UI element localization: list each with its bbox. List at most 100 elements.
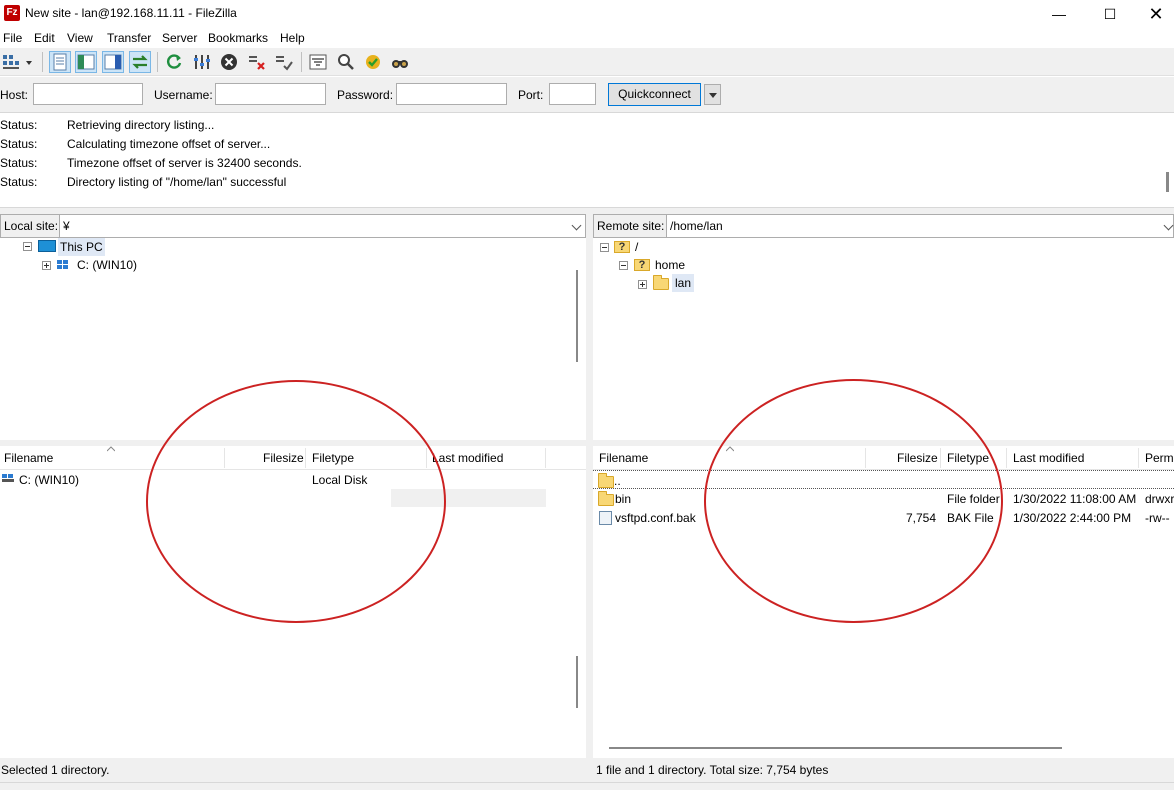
folder-icon (598, 473, 614, 488)
quickconnect-button[interactable]: Quickconnect (608, 83, 701, 106)
menu-file[interactable]: File (3, 31, 22, 45)
cancel-icon[interactable] (218, 51, 240, 73)
folder-icon (598, 491, 614, 506)
close-button[interactable]: ✕ (1133, 0, 1174, 28)
column-filesize[interactable]: Filesize (897, 451, 938, 465)
table-row[interactable]: C: (WIN10) Local Disk (0, 470, 546, 489)
collapse-icon[interactable] (23, 242, 32, 251)
remote-site-path-input[interactable]: /home/lan (666, 214, 1174, 238)
local-site-path-input[interactable]: ¥ (59, 214, 586, 238)
directory-filter-icon[interactable] (307, 51, 329, 73)
local-tree-scrollbar[interactable] (576, 270, 578, 362)
tree-item-root[interactable]: / (635, 238, 638, 256)
column-filetype[interactable]: Filetype (312, 451, 354, 465)
sort-ascending-icon (107, 446, 115, 452)
maximize-button[interactable]: ☐ (1087, 0, 1133, 28)
unknown-folder-icon: ? (614, 241, 630, 253)
pane-splitter-vertical[interactable] (586, 214, 593, 782)
dropdown-icon[interactable] (22, 51, 36, 73)
row-filesize: 7,754 (906, 511, 937, 525)
remote-directory-tree: ? / ? home lan (593, 238, 1174, 444)
sync-browsing-icon[interactable] (362, 51, 384, 73)
site-manager-icon[interactable] (0, 51, 22, 73)
drive-icon (2, 474, 16, 484)
computer-icon (38, 240, 56, 252)
toggle-log-icon[interactable] (49, 51, 71, 73)
menu-bar: File Edit View Transfer Server Bookmarks… (0, 29, 1174, 47)
column-filename[interactable]: Filename (4, 451, 53, 465)
toggle-transfer-queue-icon[interactable] (129, 51, 151, 73)
remote-file-list: Filename Filesize Filetype Last modified… (593, 446, 1174, 758)
find-files-icon[interactable] (389, 51, 411, 73)
row-last-modified: 1/30/2022 11:08:00 AM (1013, 492, 1137, 506)
menu-edit[interactable]: Edit (34, 31, 55, 45)
table-row[interactable]: vsftpd.conf.bak 7,754 BAK File 1/30/2022… (593, 508, 1174, 527)
row-last-modified: 1/30/2022 2:44:00 PM (1013, 511, 1132, 525)
column-last-modified[interactable]: Last modified (432, 451, 503, 465)
log-scrollbar-thumb[interactable] (1166, 172, 1169, 192)
column-permissions[interactable]: Permi (1145, 451, 1174, 465)
menu-server[interactable]: Server (162, 31, 197, 45)
disconnect-icon[interactable] (246, 51, 268, 73)
password-label: Password: (337, 88, 394, 102)
expand-icon[interactable] (42, 261, 51, 270)
row-permissions: -rw-- (1145, 511, 1170, 525)
table-row[interactable]: .. (593, 470, 1174, 489)
unknown-folder-icon: ? (634, 259, 650, 271)
local-status-bar: Selected 1 directory. (0, 758, 586, 782)
process-queue-icon[interactable] (191, 51, 213, 73)
reconnect-icon[interactable] (273, 51, 295, 73)
window-title: New site - lan@192.168.11.11 - FileZilla (25, 6, 237, 20)
toggle-local-tree-icon[interactable] (75, 51, 97, 73)
toolbar-separator (42, 52, 43, 72)
menu-transfer[interactable]: Transfer (107, 31, 151, 45)
column-last-modified[interactable]: Last modified (1013, 451, 1084, 465)
row-filetype: File folder (947, 492, 1000, 506)
row-filename: C: (WIN10) (19, 473, 79, 487)
refresh-icon[interactable] (163, 51, 185, 73)
column-filesize[interactable]: Filesize (263, 451, 304, 465)
tree-item-lan[interactable]: lan (672, 274, 695, 292)
expand-icon[interactable] (638, 280, 647, 289)
tree-item-c-drive[interactable]: C: (WIN10) (77, 256, 137, 274)
file-icon (599, 511, 612, 525)
quickconnect-history-dropdown[interactable] (704, 84, 721, 105)
filezilla-logo-icon: Fz (4, 5, 20, 21)
local-list-scrollbar[interactable] (576, 656, 578, 708)
table-row[interactable]: bin File folder 1/30/2022 11:08:00 AM dr… (593, 489, 1174, 508)
menu-help[interactable]: Help (280, 31, 305, 45)
column-filetype[interactable]: Filetype (947, 451, 989, 465)
remote-list-header: Filename Filesize Filetype Last modified… (593, 446, 1174, 470)
remote-list-horizontal-scrollbar[interactable] (609, 747, 1062, 749)
tree-item-home[interactable]: home (655, 256, 685, 274)
minimize-button[interactable]: — (1036, 0, 1082, 28)
local-site-label: Local site: (0, 214, 63, 238)
local-file-list: Filename Filesize Filetype Last modified… (0, 446, 586, 758)
collapse-icon[interactable] (600, 243, 609, 252)
port-label: Port: (518, 88, 544, 102)
remote-site-bar: Remote site: /home/lan (593, 214, 1174, 238)
message-log: Status: Retrieving directory listing... … (0, 114, 1174, 208)
remote-site-label: Remote site: (593, 214, 669, 238)
username-label: Username: (154, 88, 213, 102)
tree-item-this-pc[interactable]: This PC (58, 238, 105, 256)
host-input[interactable] (33, 83, 143, 105)
menu-bookmarks[interactable]: Bookmarks (208, 31, 268, 45)
row-permissions: drwxr (1145, 492, 1174, 506)
password-input[interactable] (396, 83, 507, 105)
toolbar (0, 48, 1174, 76)
log-splitter[interactable] (0, 208, 1174, 214)
quickconnect-bar: Host: Username: Password: Port: Quickcon… (0, 77, 1174, 113)
toolbar-separator (157, 52, 158, 72)
search-icon[interactable] (335, 51, 357, 73)
sort-ascending-icon (726, 446, 734, 452)
menu-view[interactable]: View (67, 31, 93, 45)
toggle-remote-tree-icon[interactable] (102, 51, 124, 73)
port-input[interactable] (549, 83, 596, 105)
username-input[interactable] (215, 83, 326, 105)
column-filename[interactable]: Filename (599, 451, 648, 465)
row-filetype: BAK File (947, 511, 994, 525)
row-filename: .. (614, 474, 621, 488)
collapse-icon[interactable] (619, 261, 628, 270)
row-filename: bin (615, 492, 632, 506)
